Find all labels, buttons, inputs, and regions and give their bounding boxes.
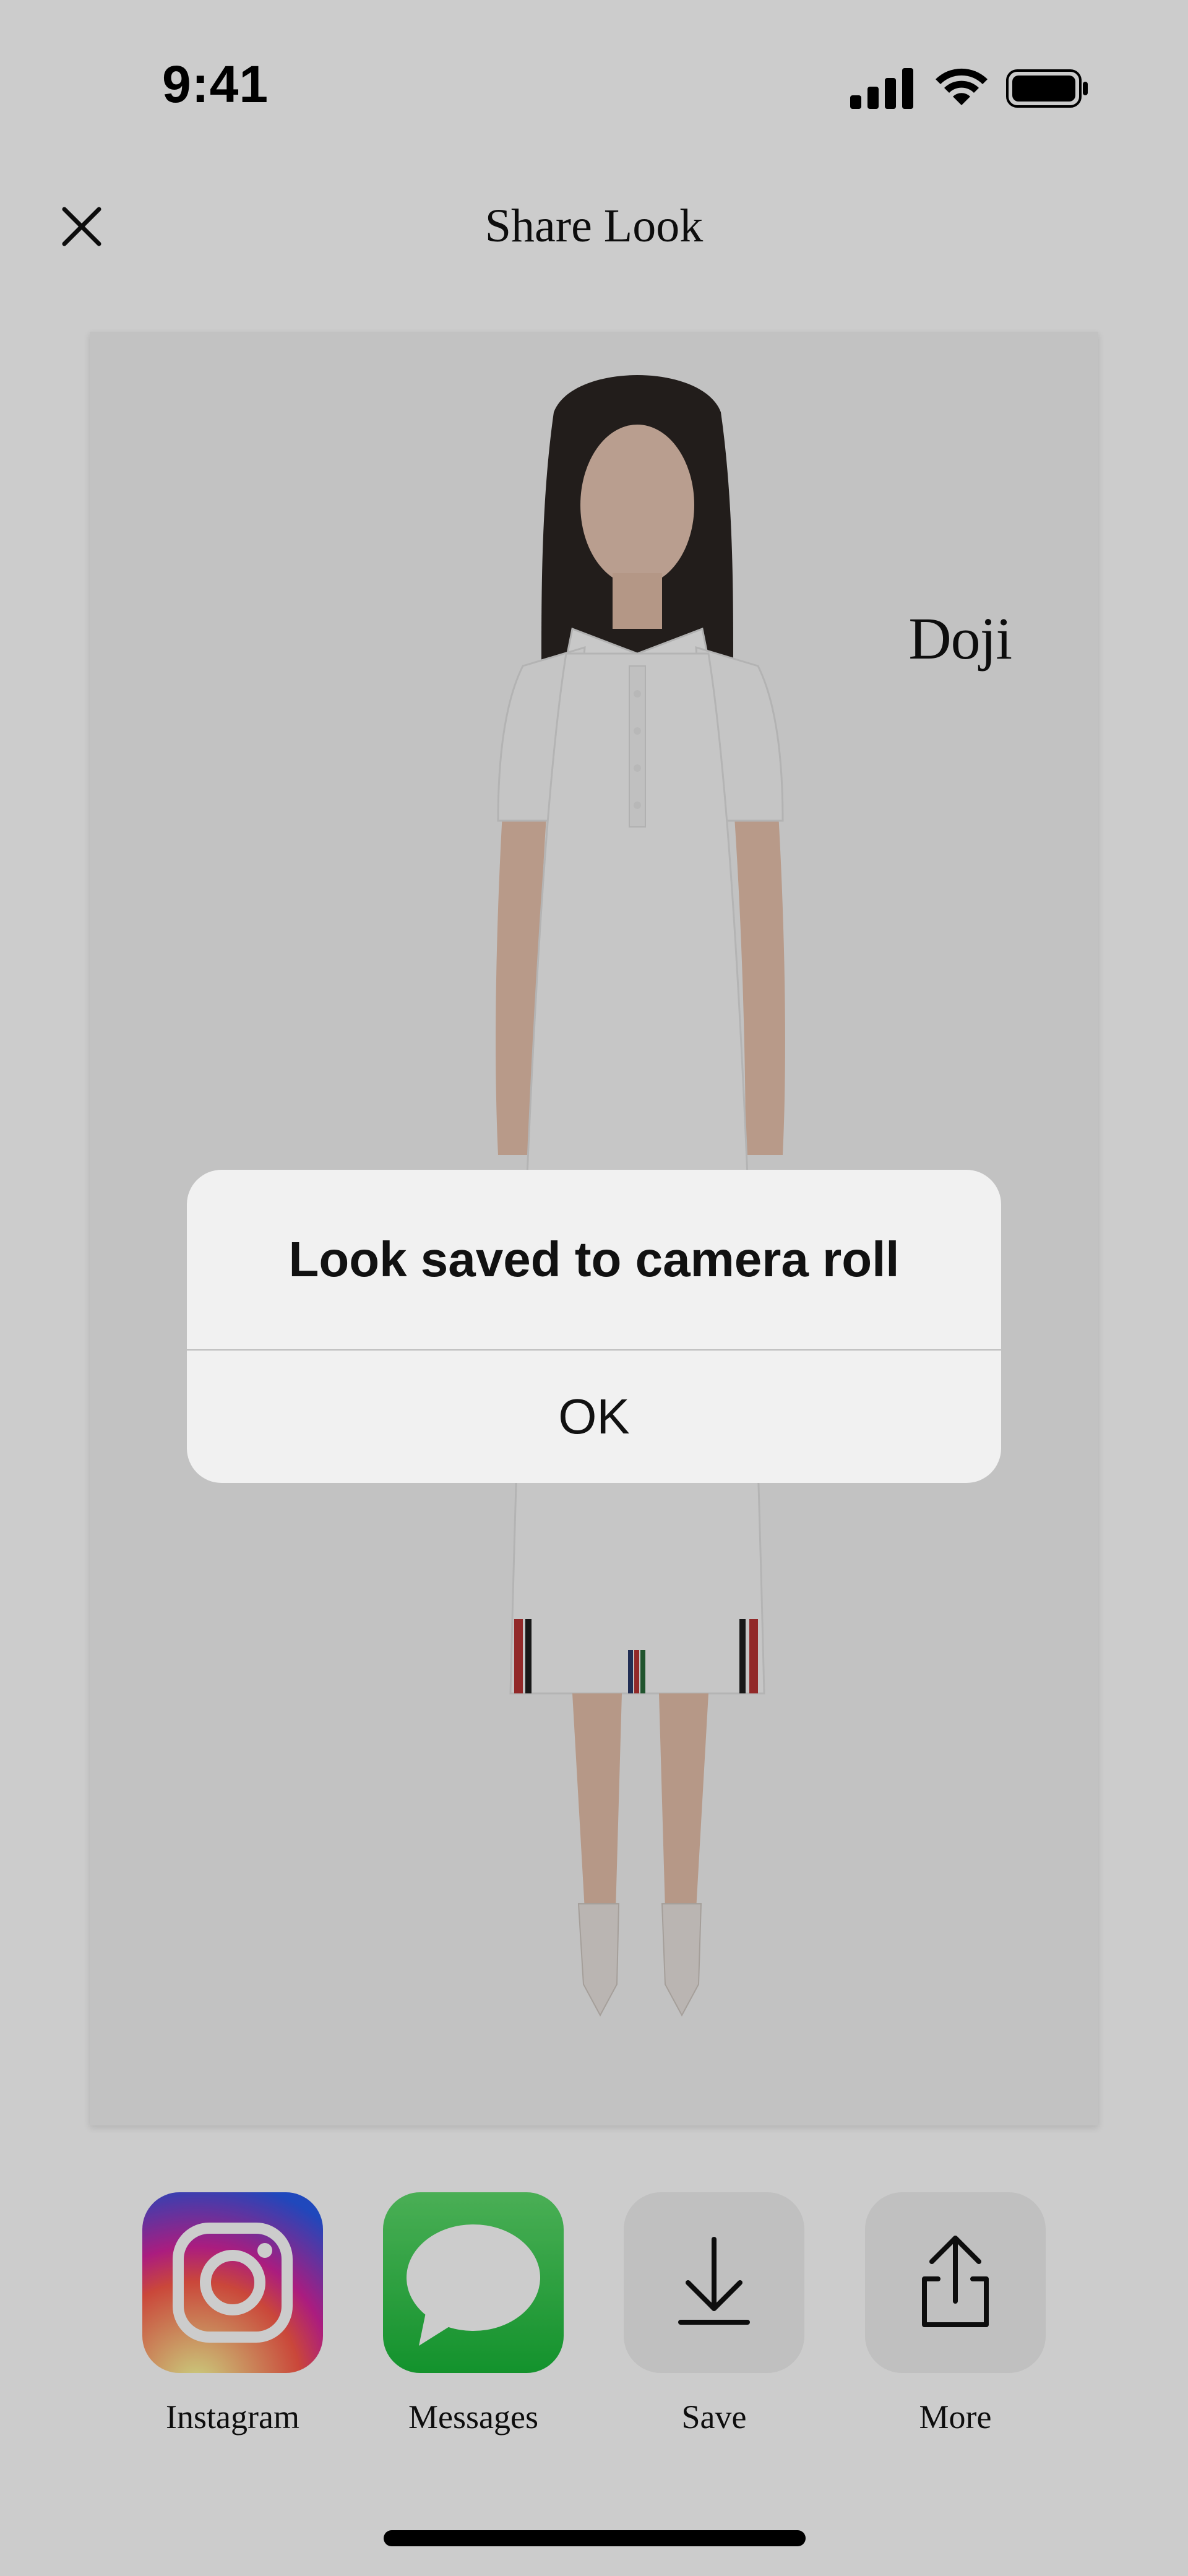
alert-ok-button[interactable]: OK bbox=[187, 1351, 1001, 1483]
alert-title: Look saved to camera roll bbox=[288, 1232, 900, 1287]
alert-dialog: Look saved to camera roll OK bbox=[187, 1170, 1001, 1483]
